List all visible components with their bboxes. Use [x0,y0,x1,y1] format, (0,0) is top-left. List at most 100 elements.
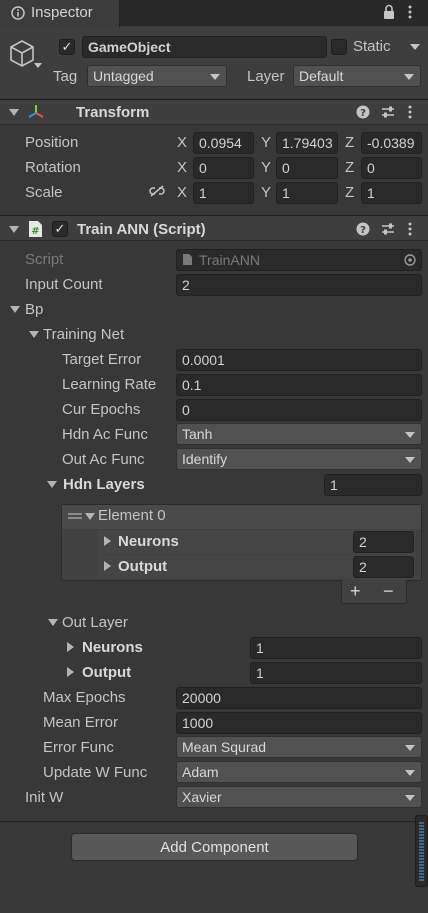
drag-handle-icon[interactable] [68,513,82,515]
out-ac-func-dropdown[interactable]: Identify [176,448,422,470]
hdn-layers-size-field[interactable]: 1 [324,474,422,496]
element-0-output-label[interactable]: Output [118,558,167,575]
active-checkbox[interactable]: ✓ [59,39,75,55]
out-layer-label[interactable]: Out Layer [62,614,128,631]
position-y-field[interactable]: 1.79403 [276,132,338,154]
tag-dropdown[interactable]: Untagged [87,65,227,87]
gameobject-name-field[interactable]: GameObject [82,36,327,58]
neurons-foldout-icon[interactable] [104,536,111,546]
element-0-neurons-field[interactable]: 2 [353,531,414,553]
training-net-foldout-icon[interactable] [29,331,39,338]
rotation-label: Rotation [25,159,81,176]
max-epochs-field[interactable]: 20000 [176,687,422,709]
layer-dropdown[interactable]: Default [293,65,421,87]
script-field[interactable]: TrainANN [176,249,422,271]
position-x-field[interactable]: 0.0954 [193,132,254,154]
input-count-label: Input Count [25,276,103,293]
preset-icon[interactable] [381,105,395,119]
tag-value: Untagged [93,68,154,84]
scale-z-field[interactable]: 1 [361,182,422,204]
more-icon[interactable] [407,221,413,237]
script-enabled-checkbox[interactable]: ✓ [52,221,68,237]
script-component-title: Train ANN (Script) [77,221,206,238]
training-net-label[interactable]: Training Net [43,326,124,343]
static-dropdown-arrow[interactable] [410,44,420,50]
chevron-down-icon [404,74,414,80]
hdn-ac-func-dropdown[interactable]: Tanh [176,423,422,445]
rotation-z-field[interactable]: 0 [361,157,422,179]
out-layer-output-label[interactable]: Output [82,664,131,681]
rotation-z-label[interactable]: Z [345,159,354,176]
help-icon[interactable]: ? [356,222,370,236]
rotation-y-field[interactable]: 0 [276,157,338,179]
init-w-value: Xavier [182,789,222,805]
remove-element-button[interactable]: − [383,581,394,602]
more-icon[interactable] [407,104,413,120]
more-icon[interactable] [407,4,413,20]
hdn-layers-label[interactable]: Hdn Layers [63,476,145,493]
add-element-button[interactable]: + [350,581,361,602]
learning-rate-field[interactable]: 0.1 [176,374,422,396]
max-epochs-label: Max Epochs [43,689,126,706]
chevron-down-icon [405,770,415,776]
position-label: Position [25,134,79,151]
chevron-down-icon [405,432,415,438]
out-output-foldout-icon[interactable] [67,667,74,677]
hdn-layers-foldout-icon[interactable] [47,481,57,488]
bp-label[interactable]: Bp [25,301,43,318]
element-0-output-field[interactable]: 2 [353,556,414,578]
out-layer-neurons-field[interactable]: 1 [250,637,422,659]
audio-meter [415,815,428,887]
script-value: TrainANN [199,252,260,268]
layer-value: Default [299,68,344,84]
update-w-func-dropdown[interactable]: Adam [176,761,422,783]
output-foldout-icon[interactable] [104,561,111,571]
scale-x-field[interactable]: 1 [193,182,254,204]
scale-y-label[interactable]: Y [261,184,271,201]
chevron-down-icon [210,74,220,80]
transform-foldout-icon[interactable] [9,109,19,116]
input-count-field[interactable]: 2 [176,274,422,296]
script-foldout-icon[interactable] [9,226,19,233]
add-component-button[interactable]: Add Component [71,833,358,861]
mean-error-field[interactable]: 1000 [176,712,422,734]
rotation-y-label[interactable]: Y [261,159,271,176]
position-x-label[interactable]: X [177,134,187,151]
tab-inspector[interactable]: Inspector [0,0,120,27]
out-layer-output-field[interactable]: 1 [250,662,422,684]
error-func-value: Mean Squrad [182,739,267,755]
preset-icon[interactable] [381,222,395,236]
out-layer-foldout-icon[interactable] [48,619,58,626]
hdn-ac-func-label: Hdn Ac Func [62,426,148,443]
error-func-dropdown[interactable]: Mean Squrad [176,736,422,758]
element-0-neurons-label[interactable]: Neurons [118,533,179,550]
rotation-x-label[interactable]: X [177,159,187,176]
out-neurons-foldout-icon[interactable] [67,642,74,652]
scale-link-icon[interactable] [149,185,165,197]
target-icon[interactable] [404,254,416,266]
element-0-foldout-icon[interactable] [85,513,95,520]
out-layer-neurons-label[interactable]: Neurons [82,639,143,656]
static-checkbox[interactable] [331,39,347,55]
scale-z-label[interactable]: Z [345,184,354,201]
rotation-x-field[interactable]: 0 [193,157,254,179]
script-icon: # [29,221,42,237]
cur-epochs-field[interactable]: 0 [176,399,422,421]
lock-icon[interactable] [382,4,396,20]
init-w-dropdown[interactable]: Xavier [176,786,422,808]
scale-y-field[interactable]: 1 [276,182,338,204]
static-label: Static [353,38,391,55]
element-0-label[interactable]: Element 0 [98,507,166,524]
info-icon [11,6,25,20]
tag-label: Tag [53,68,78,85]
position-z-field[interactable]: -0.0389 [361,132,422,154]
scale-x-label[interactable]: X [177,184,187,201]
svg-text:?: ? [360,108,366,119]
bp-foldout-icon[interactable] [10,306,20,313]
chevron-down-icon [405,457,415,463]
help-icon[interactable]: ? [356,105,370,119]
position-y-label[interactable]: Y [261,134,271,151]
position-z-label[interactable]: Z [345,134,354,151]
target-error-field[interactable]: 0.0001 [176,349,422,371]
icon-dropdown-arrow[interactable] [34,63,42,68]
